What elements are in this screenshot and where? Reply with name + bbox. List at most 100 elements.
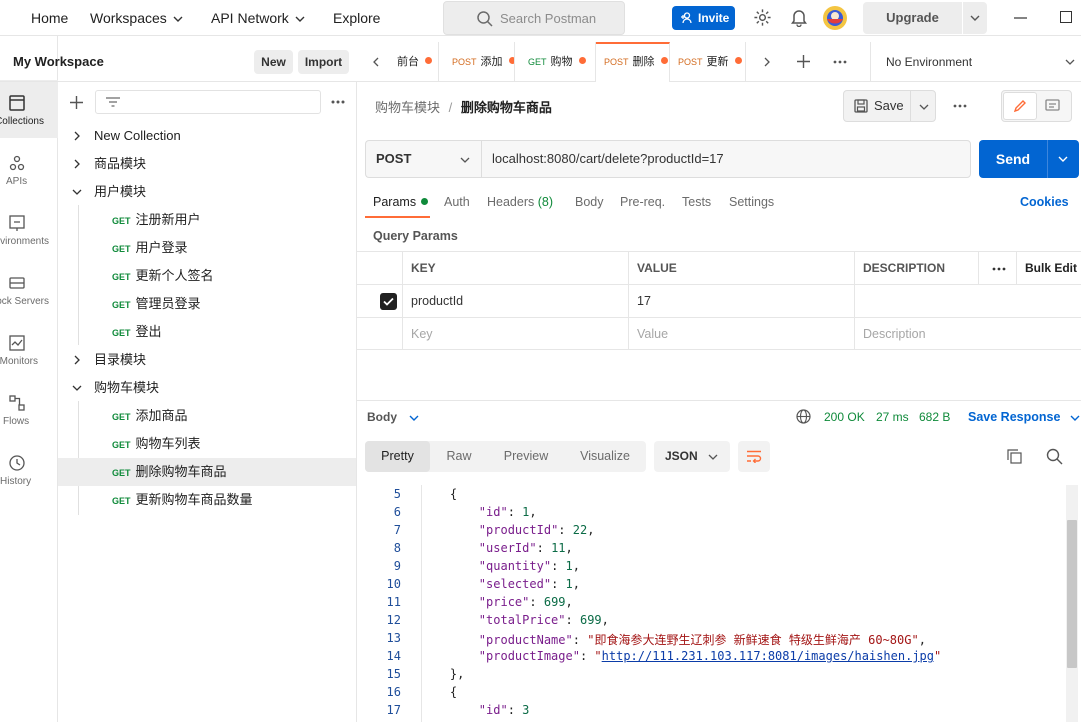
comment-icon[interactable] <box>1045 99 1060 113</box>
request-item[interactable]: GET 管理员登录 <box>58 290 356 318</box>
more-options-icon[interactable] <box>833 60 847 64</box>
chevron-down-icon <box>970 15 980 21</box>
line-number: 9 <box>393 559 401 573</box>
chevron-right-icon[interactable] <box>764 57 770 67</box>
cookies-link[interactable]: Cookies <box>1020 195 1069 209</box>
rail-mock-servers[interactable]: Mock Servers <box>0 260 58 318</box>
save-button[interactable]: Save <box>843 90 911 122</box>
request-item[interactable]: GET 更新个人签名 <box>58 262 356 290</box>
request-item[interactable]: GET 用户登录 <box>58 234 356 262</box>
request-item[interactable]: GET 购物车列表 <box>58 430 356 458</box>
maximize-icon[interactable] <box>1060 11 1072 23</box>
response-size[interactable]: 682 B <box>919 410 950 424</box>
format-pretty[interactable]: Pretty <box>365 441 430 472</box>
language-select[interactable]: JSON <box>654 441 730 472</box>
url-value: localhost:8080/cart/delete?productId=17 <box>492 151 724 166</box>
format-preview[interactable]: Preview <box>488 441 564 472</box>
response-time[interactable]: 27 ms <box>876 410 909 424</box>
send-button[interactable]: Send <box>979 140 1047 178</box>
nav-workspaces[interactable]: Workspaces <box>90 0 183 36</box>
collection-item[interactable]: 目录模块 <box>58 346 356 374</box>
save-dropdown-button[interactable] <box>910 90 936 122</box>
tab-settings[interactable]: Settings <box>729 195 774 209</box>
param-description-cell[interactable] <box>854 284 1081 317</box>
collection-item[interactable]: 购物车模块 <box>58 374 356 402</box>
filter-input[interactable] <box>95 90 321 114</box>
collection-item[interactable]: New Collection <box>58 122 356 150</box>
request-item[interactable]: GET 登出 <box>58 318 356 346</box>
request-item[interactable]: GET 注册新用户 <box>58 206 356 234</box>
rail-flows[interactable]: Flows <box>0 380 58 438</box>
breadcrumb-parent[interactable]: 购物车模块 <box>375 100 440 115</box>
method-select[interactable]: POST <box>365 140 481 178</box>
tab-pre-request[interactable]: Pre-req. <box>620 195 665 209</box>
rail-history[interactable]: History <box>0 440 58 498</box>
response-body-viewer[interactable]: 5 {6 "id": 1, 7 "productId": 22, 8 "userId… <box>357 485 1081 722</box>
table-options-button[interactable] <box>978 251 1016 284</box>
tab-headers[interactable]: Headers (8) <box>487 195 553 209</box>
nav-api-network[interactable]: API Network <box>211 0 305 36</box>
add-tab-icon[interactable] <box>797 55 810 68</box>
new-description-input[interactable]: Description <box>854 317 1081 350</box>
json-url-link[interactable]: http://111.231.103.117:8081/images/haish… <box>602 649 934 663</box>
chevron-left-icon[interactable] <box>373 57 379 67</box>
avatar[interactable] <box>822 5 848 31</box>
environment-selector[interactable]: No Environment <box>870 42 1081 82</box>
copy-icon[interactable] <box>1007 449 1022 464</box>
rail-apis[interactable]: APIs <box>0 140 58 198</box>
edit-button[interactable] <box>1003 92 1037 120</box>
new-value-input[interactable]: Value <box>628 317 854 350</box>
param-key-cell[interactable]: productId <box>402 284 628 317</box>
tab-params[interactable]: Params <box>373 195 429 209</box>
more-options-icon[interactable] <box>953 104 967 108</box>
response-body-toggle[interactable]: Body <box>367 410 419 424</box>
bulk-edit-button[interactable]: Bulk Edit <box>1016 251 1081 284</box>
search-bar[interactable]: Search Postman <box>443 1 625 35</box>
url-input[interactable]: localhost:8080/cart/delete?productId=17 <box>481 140 971 178</box>
minimize-icon[interactable] <box>1014 17 1027 19</box>
tab-item-active[interactable]: POST 删除 <box>596 42 670 82</box>
import-button[interactable]: Import <box>298 50 349 74</box>
line-number: 13 <box>386 631 401 645</box>
new-button[interactable]: New <box>254 50 293 74</box>
param-value-cell[interactable]: 17 <box>628 284 854 317</box>
param-checkbox[interactable] <box>380 293 397 310</box>
bell-icon[interactable] <box>790 8 808 27</box>
checkmark-icon <box>383 297 394 306</box>
tab-auth[interactable]: Auth <box>444 195 470 209</box>
upgrade-dropdown-button[interactable] <box>963 2 987 34</box>
request-item[interactable]: GET 更新购物车商品数量 <box>58 486 356 514</box>
rail-collections[interactable]: Collections <box>0 80 58 138</box>
tab-body[interactable]: Body <box>575 195 604 209</box>
format-raw[interactable]: Raw <box>430 441 488 472</box>
search-icon[interactable] <box>1046 448 1063 465</box>
format-visualize[interactable]: Visualize <box>564 441 646 472</box>
tab-item[interactable]: 前台 <box>397 42 439 82</box>
new-key-input[interactable]: Key <box>402 317 628 350</box>
add-icon[interactable] <box>70 96 83 109</box>
request-item-selected[interactable]: GET 删除购物车商品 <box>58 458 356 486</box>
settings-icon[interactable] <box>753 8 772 27</box>
nav-home[interactable]: Home <box>31 0 68 36</box>
nav-explore[interactable]: Explore <box>333 0 380 36</box>
invite-button[interactable]: Invite <box>672 6 735 30</box>
upgrade-button[interactable]: Upgrade <box>863 2 962 34</box>
save-response-button[interactable]: Save Response <box>968 410 1080 424</box>
send-dropdown-button[interactable] <box>1047 140 1079 178</box>
tab-tests[interactable]: Tests <box>682 195 711 209</box>
tab-item[interactable]: POST 更新 <box>670 42 746 82</box>
rail-monitors[interactable]: Monitors <box>0 320 58 378</box>
top-bar: Home Workspaces API Network Explore Sear… <box>0 0 1081 36</box>
wrap-lines-button[interactable] <box>738 441 770 472</box>
collection-item[interactable]: 商品模块 <box>58 150 356 178</box>
tab-item[interactable]: POST 添加 <box>444 42 515 82</box>
status-code[interactable]: 200 OK <box>824 410 865 424</box>
tab-item[interactable]: GET 购物 <box>520 42 596 82</box>
breadcrumb-current[interactable]: 删除购物车商品 <box>461 100 552 115</box>
collection-item[interactable]: 用户模块 <box>58 178 356 206</box>
globe-icon[interactable] <box>796 409 811 424</box>
request-item[interactable]: GET 添加商品 <box>58 402 356 430</box>
more-options-icon[interactable] <box>331 100 345 104</box>
scrollbar-thumb[interactable] <box>1067 520 1077 668</box>
rail-environments[interactable]: Environments <box>0 200 58 258</box>
